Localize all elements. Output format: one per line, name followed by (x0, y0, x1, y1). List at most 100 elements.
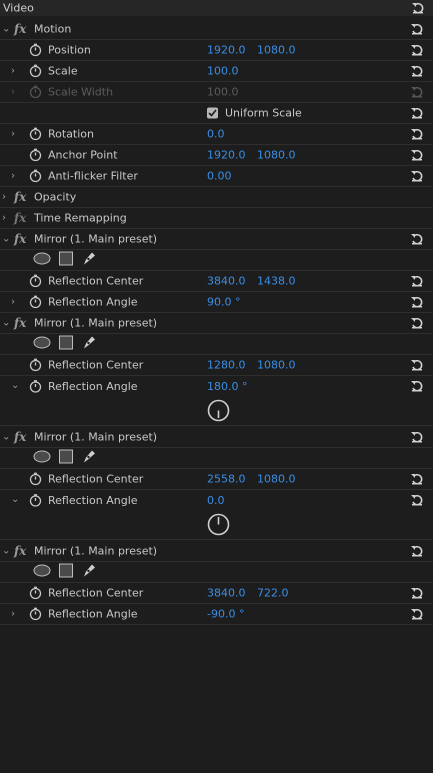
collapse-caret-icon[interactable]: ⌄ (2, 432, 10, 443)
rectangle-mask-icon[interactable] (59, 335, 73, 353)
anchor-x-value[interactable]: 1920.0 (207, 149, 246, 162)
anchor-y-value[interactable]: 1080.0 (257, 149, 296, 162)
stopwatch-icon[interactable] (29, 148, 42, 162)
stopwatch-icon[interactable] (29, 380, 42, 393)
fx-icon[interactable]: fx (14, 232, 26, 246)
reflection-angle-value[interactable]: -90.0 ° (207, 608, 244, 621)
motion-effect-row[interactable]: ⌄ fx Motion (0, 19, 433, 40)
collapse-caret-icon[interactable]: ⌄ (11, 380, 19, 391)
reset-icon[interactable] (410, 233, 424, 245)
reflection-center-x-value[interactable]: 1280.0 (207, 359, 246, 372)
uniform-scale-checkbox[interactable] (207, 107, 218, 119)
collapse-caret-icon[interactable]: ⌄ (11, 494, 19, 505)
reflection-center-x-value[interactable]: 2558.0 (207, 473, 246, 486)
pen-mask-icon[interactable] (81, 251, 97, 270)
ellipse-mask-icon[interactable] (33, 252, 51, 268)
angle-dial[interactable] (207, 513, 230, 539)
mirror-effect-row[interactable]: ⌄ fx Mirror (1. Main preset) (0, 229, 433, 250)
reset-icon[interactable] (410, 149, 424, 161)
reset-icon[interactable] (410, 359, 424, 371)
expand-caret-icon[interactable]: › (11, 129, 15, 140)
reflection-center-y-value[interactable]: 1080.0 (257, 359, 296, 372)
expand-caret-icon[interactable]: › (11, 171, 15, 182)
reset-icon[interactable] (410, 275, 424, 287)
fx-icon[interactable]: fx (14, 430, 26, 444)
reset-icon[interactable] (410, 44, 424, 56)
reflection-center-y-value[interactable]: 1438.0 (257, 275, 296, 288)
anti-flicker-value[interactable]: 0.00 (207, 170, 232, 183)
reset-icon[interactable] (410, 317, 424, 329)
stopwatch-icon[interactable] (29, 494, 42, 507)
fx-icon[interactable]: fx (14, 22, 26, 36)
stopwatch-icon[interactable] (29, 43, 42, 57)
pen-mask-icon[interactable] (81, 335, 97, 354)
reset-icon[interactable] (410, 23, 424, 35)
reflection-angle-value[interactable]: 90.0 ° (207, 296, 241, 309)
rectangle-mask-icon[interactable] (59, 251, 73, 269)
reset-icon[interactable] (410, 170, 424, 182)
expand-caret-icon[interactable]: › (2, 213, 6, 224)
reflection-angle-value[interactable]: 0.0 (207, 494, 225, 507)
ellipse-mask-icon[interactable] (33, 450, 51, 466)
rectangle-mask-icon[interactable] (59, 449, 73, 467)
reset-icon[interactable] (410, 608, 424, 620)
expand-caret-icon[interactable]: › (11, 609, 15, 620)
reset-icon[interactable] (410, 545, 424, 557)
collapse-caret-icon[interactable]: ⌄ (2, 234, 10, 245)
stopwatch-icon[interactable] (29, 586, 42, 600)
fx-icon[interactable]: fx (14, 190, 26, 204)
pen-mask-icon[interactable] (81, 449, 97, 468)
reflection-center-x-value[interactable]: 3840.0 (207, 275, 246, 288)
reset-icon[interactable] (410, 65, 424, 77)
reflection-center-y-value[interactable]: 1080.0 (257, 473, 296, 486)
position-y-value[interactable]: 1080.0 (257, 44, 296, 57)
mask-tools (33, 335, 97, 354)
stopwatch-icon[interactable] (29, 295, 42, 309)
stopwatch-icon[interactable] (29, 169, 42, 183)
stopwatch-icon[interactable] (29, 358, 42, 372)
reset-icon[interactable] (410, 587, 424, 599)
reset-icon[interactable] (410, 107, 424, 119)
rectangle-mask-icon[interactable] (59, 563, 73, 581)
reflection-center-row: Reflection Center 2558.0 1080.0 (0, 469, 433, 490)
expand-caret-icon[interactable]: › (2, 192, 6, 203)
stopwatch-icon[interactable] (29, 607, 42, 621)
reset-icon[interactable] (410, 128, 424, 140)
collapse-caret-icon[interactable]: ⌄ (2, 24, 10, 35)
reset-icon[interactable] (410, 296, 424, 308)
fx-icon[interactable]: fx (14, 544, 26, 558)
reflection-center-x-value[interactable]: 3840.0 (207, 587, 246, 600)
ellipse-mask-icon[interactable] (33, 336, 51, 352)
expand-caret-icon[interactable]: › (11, 66, 15, 77)
rotation-value[interactable]: 0.0 (207, 128, 225, 141)
stopwatch-icon[interactable] (29, 274, 42, 288)
pen-mask-icon[interactable] (81, 563, 97, 582)
expand-caret-icon[interactable]: › (11, 297, 15, 308)
mirror-effect-row[interactable]: ⌄ fx Mirror (1. Main preset) (0, 427, 433, 448)
stopwatch-icon[interactable] (29, 127, 42, 141)
stopwatch-icon[interactable] (29, 472, 42, 486)
effect-name: Mirror (1. Main preset) (34, 232, 158, 246)
reflection-center-row: Reflection Center 3840.0 722.0 (0, 583, 433, 604)
reflection-center-y-value[interactable]: 722.0 (257, 587, 289, 600)
reset-icon[interactable] (410, 473, 424, 485)
reflection-center-row: Reflection Center 1280.0 1080.0 (0, 355, 433, 376)
mask-tools (33, 449, 97, 468)
collapse-caret-icon[interactable]: ⌄ (2, 318, 10, 329)
stopwatch-icon[interactable] (29, 64, 42, 78)
reset-icon[interactable] (410, 494, 424, 506)
reset-icon[interactable] (410, 431, 424, 443)
position-x-value[interactable]: 1920.0 (207, 44, 246, 57)
angle-dial[interactable] (207, 399, 230, 425)
mirror-effect-row[interactable]: ⌄ fx Mirror (1. Main preset) (0, 541, 433, 562)
scale-value[interactable]: 100.0 (207, 65, 239, 78)
reset-icon[interactable] (410, 380, 424, 392)
reset-icon[interactable] (411, 2, 425, 14)
mirror-effect-row[interactable]: ⌄ fx Mirror (1. Main preset) (0, 313, 433, 334)
reflection-angle-value[interactable]: 180.0 ° (207, 380, 248, 393)
fx-icon[interactable]: fx (14, 316, 26, 330)
time-remapping-row[interactable]: › fx Time Remapping (0, 208, 433, 229)
ellipse-mask-icon[interactable] (33, 564, 51, 580)
collapse-caret-icon[interactable]: ⌄ (2, 546, 10, 557)
opacity-effect-row[interactable]: › fx Opacity (0, 187, 433, 208)
